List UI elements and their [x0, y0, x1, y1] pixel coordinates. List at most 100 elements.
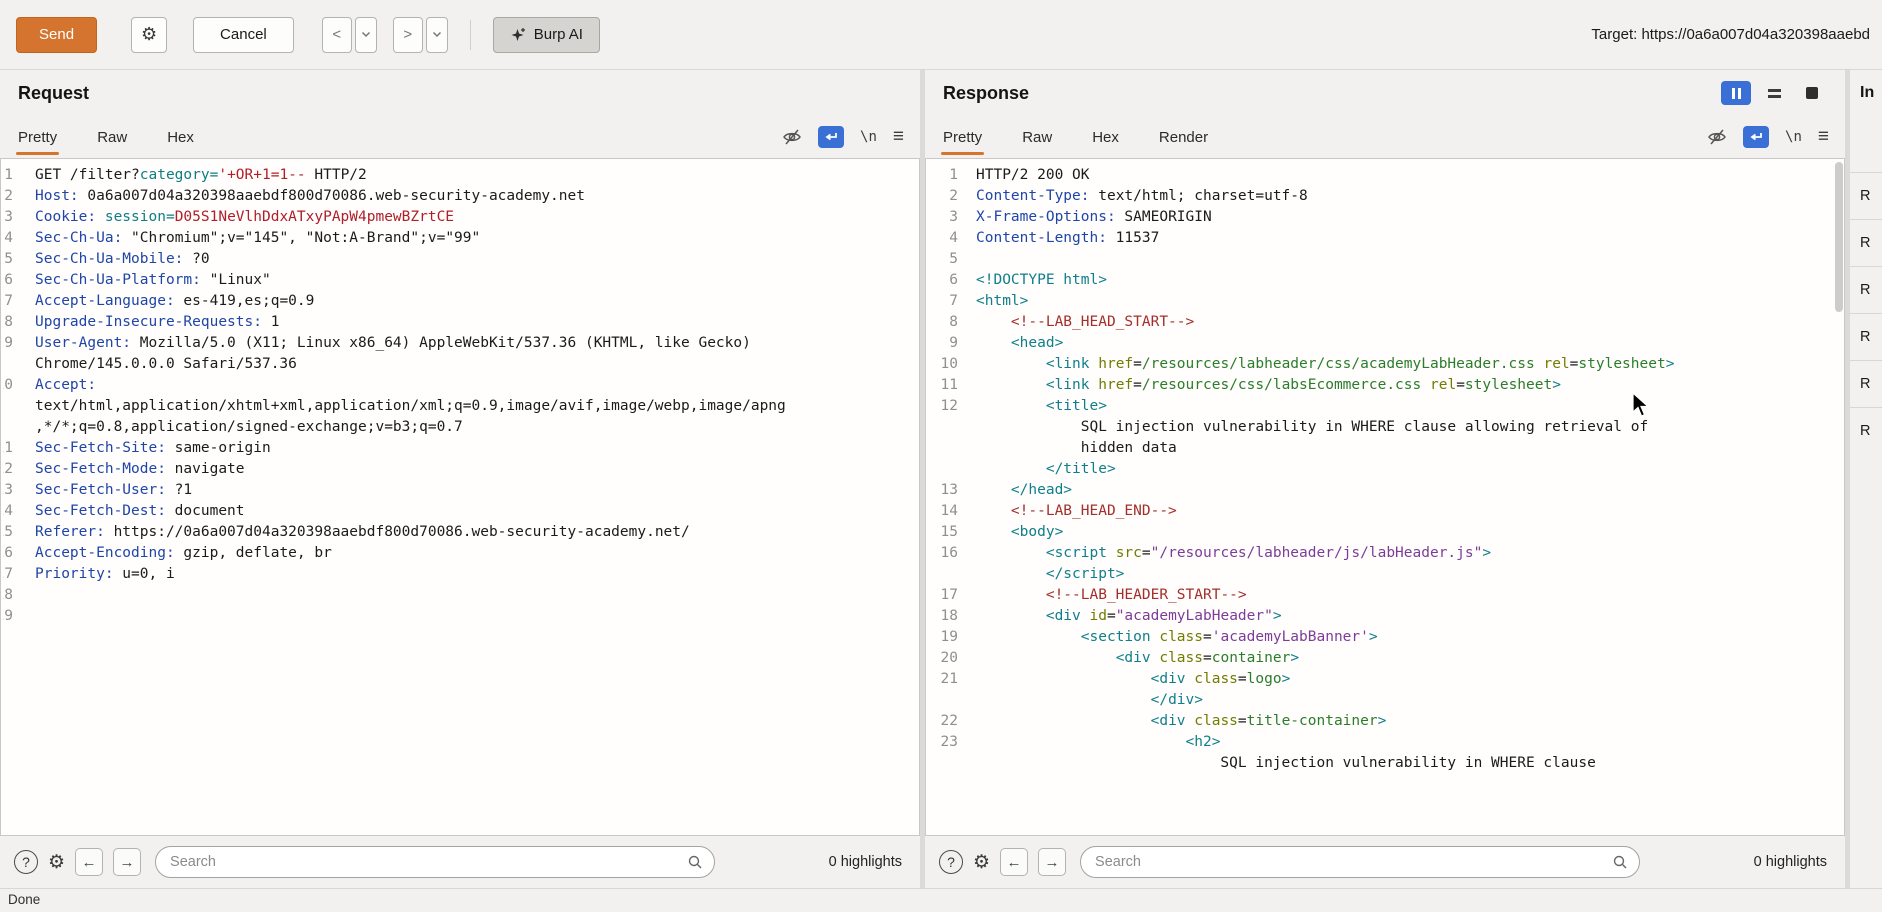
code-line[interactable]: text/html,application/xhtml+xml,applicat… [3, 396, 919, 417]
code-line[interactable]: </script> [928, 564, 1844, 585]
show-newlines-button[interactable]: \n [1785, 129, 1802, 145]
code-line[interactable]: 11Sec-Fetch-Site: same-origin [3, 438, 919, 459]
back-history-dropdown[interactable] [355, 17, 377, 53]
line-number: 7 [928, 291, 958, 312]
code-line[interactable]: 1GET /filter?category='+OR+1=1-- HTTP/2 [3, 165, 919, 186]
search-settings-button[interactable]: ⚙ [973, 851, 990, 874]
code-line[interactable]: 13 </head> [928, 480, 1844, 501]
code-line[interactable]: Chrome/145.0.0.0 Safari/537.36 [3, 354, 919, 375]
forward-history-dropdown[interactable] [426, 17, 448, 53]
code-line[interactable]: 18 [3, 585, 919, 606]
code-line[interactable]: 15Referer: https://0a6a007d04a320398aaeb… [3, 522, 919, 543]
inspector-section[interactable]: R [1850, 407, 1882, 454]
show-newlines-button[interactable]: \n [860, 129, 877, 145]
search-settings-button[interactable]: ⚙ [48, 851, 65, 874]
code-line[interactable]: SQL injection vulnerability in WHERE cla… [928, 753, 1844, 774]
hide-highlights-button[interactable] [1707, 127, 1727, 147]
code-line[interactable]: 23 <h2> [928, 732, 1844, 753]
back-button[interactable]: < [322, 17, 352, 53]
inspector-section[interactable]: R [1850, 360, 1882, 407]
code-line[interactable]: 19 [3, 606, 919, 627]
request-tab-hex[interactable]: Hex [167, 116, 194, 158]
code-line[interactable]: 5Sec-Ch-Ua-Mobile: ?0 [3, 249, 919, 270]
code-line[interactable]: 10 <link href=/resources/labheader/css/a… [928, 354, 1844, 375]
code-line[interactable]: 6<!DOCTYPE html> [928, 270, 1844, 291]
request-tab-raw[interactable]: Raw [97, 116, 127, 158]
search-help-button[interactable]: ? [14, 850, 38, 874]
code-line[interactable]: </div> [928, 690, 1844, 711]
word-wrap-toggle-button[interactable] [1743, 126, 1769, 148]
search-next-button[interactable]: → [113, 848, 141, 876]
code-line[interactable]: 17 <!--LAB_HEADER_START--> [928, 585, 1844, 606]
code-line[interactable]: 2Content-Type: text/html; charset=utf-8 [928, 186, 1844, 207]
code-line[interactable]: 9 <head> [928, 333, 1844, 354]
code-line[interactable]: 14 <!--LAB_HEAD_END--> [928, 501, 1844, 522]
response-tab-pretty[interactable]: Pretty [943, 116, 982, 158]
code-line[interactable]: 16 <script src="/resources/labheader/js/… [928, 543, 1844, 564]
scrollbar-thumb[interactable] [1835, 162, 1843, 312]
code-line[interactable]: 5 [928, 249, 1844, 270]
send-settings-button[interactable]: ⚙ [131, 17, 167, 53]
code-line[interactable]: 13Sec-Fetch-User: ?1 [3, 480, 919, 501]
code-line[interactable]: hidden data [928, 438, 1844, 459]
response-tab-raw[interactable]: Raw [1022, 116, 1052, 158]
search-prev-button[interactable]: ← [1000, 848, 1028, 876]
editor-menu-button[interactable]: ≡ [893, 126, 904, 148]
scrollbar[interactable] [1834, 160, 1843, 834]
code-line[interactable]: 7<html> [928, 291, 1844, 312]
code-line[interactable]: SQL injection vulnerability in WHERE cla… [928, 417, 1844, 438]
code-line[interactable]: 12Sec-Fetch-Mode: navigate [3, 459, 919, 480]
code-line[interactable]: 15 <body> [928, 522, 1844, 543]
code-line[interactable]: 21 <div class=logo> [928, 669, 1844, 690]
layout-columns-button[interactable] [1721, 81, 1751, 105]
code-line[interactable]: 11 <link href=/resources/css/labsEcommer… [928, 375, 1844, 396]
request-editor[interactable]: 1GET /filter?category='+OR+1=1-- HTTP/22… [0, 158, 920, 836]
code-line[interactable]: 16Accept-Encoding: gzip, deflate, br [3, 543, 919, 564]
code-line[interactable]: 22 <div class=title-container> [928, 711, 1844, 732]
hide-highlights-button[interactable] [782, 127, 802, 147]
line-number: 16 [3, 543, 13, 564]
inspector-section[interactable]: R [1850, 172, 1882, 219]
code-line[interactable]: 2Host: 0a6a007d04a320398aaebdf800d70086.… [3, 186, 919, 207]
response-search-input[interactable] [1080, 846, 1640, 878]
layout-rows-button[interactable] [1759, 81, 1789, 105]
request-tab-pretty[interactable]: Pretty [18, 116, 57, 158]
code-line[interactable]: 1HTTP/2 200 OK [928, 165, 1844, 186]
cancel-button[interactable]: Cancel [193, 17, 294, 53]
send-button[interactable]: Send [16, 17, 97, 53]
code-line[interactable]: 14Sec-Fetch-Dest: document [3, 501, 919, 522]
code-line[interactable]: ,*/*;q=0.8,application/signed-exchange;v… [3, 417, 919, 438]
response-editor[interactable]: 1HTTP/2 200 OK2Content-Type: text/html; … [925, 158, 1845, 836]
code-line[interactable]: 4Sec-Ch-Ua: "Chromium";v="145", "Not:A-B… [3, 228, 919, 249]
code-line[interactable]: 3X-Frame-Options: SAMEORIGIN [928, 207, 1844, 228]
search-next-button[interactable]: → [1038, 848, 1066, 876]
code-line[interactable]: 12 <title> [928, 396, 1844, 417]
forward-button[interactable]: > [393, 17, 423, 53]
code-line[interactable]: 18 <div id="academyLabHeader"> [928, 606, 1844, 627]
search-help-button[interactable]: ? [939, 850, 963, 874]
editor-menu-button[interactable]: ≡ [1818, 126, 1829, 148]
code-line[interactable]: 19 <section class='academyLabBanner'> [928, 627, 1844, 648]
response-tab-render[interactable]: Render [1159, 116, 1208, 158]
code-line[interactable]: 6Sec-Ch-Ua-Platform: "Linux" [3, 270, 919, 291]
code-line[interactable]: 17Priority: u=0, i [3, 564, 919, 585]
word-wrap-toggle-button[interactable] [818, 126, 844, 148]
code-line[interactable]: 4Content-Length: 11537 [928, 228, 1844, 249]
code-line[interactable]: 8Upgrade-Insecure-Requests: 1 [3, 312, 919, 333]
burp-ai-button[interactable]: Burp AI [493, 17, 600, 53]
layout-single-button[interactable] [1797, 81, 1827, 105]
line-number [928, 438, 958, 459]
code-line[interactable]: 10Accept: [3, 375, 919, 396]
code-line[interactable]: 9User-Agent: Mozilla/5.0 (X11; Linux x86… [3, 333, 919, 354]
code-line[interactable]: 8 <!--LAB_HEAD_START--> [928, 312, 1844, 333]
inspector-section[interactable]: R [1850, 266, 1882, 313]
code-line[interactable]: 3Cookie: session=D05S1NeVlhDdxATxyPApW4p… [3, 207, 919, 228]
code-line[interactable]: 7Accept-Language: es-419,es;q=0.9 [3, 291, 919, 312]
inspector-section[interactable]: R [1850, 313, 1882, 360]
search-prev-button[interactable]: ← [75, 848, 103, 876]
request-search-input[interactable] [155, 846, 715, 878]
inspector-section[interactable]: R [1850, 219, 1882, 266]
response-tab-hex[interactable]: Hex [1092, 116, 1119, 158]
code-line[interactable]: 20 <div class=container> [928, 648, 1844, 669]
code-line[interactable]: </title> [928, 459, 1844, 480]
